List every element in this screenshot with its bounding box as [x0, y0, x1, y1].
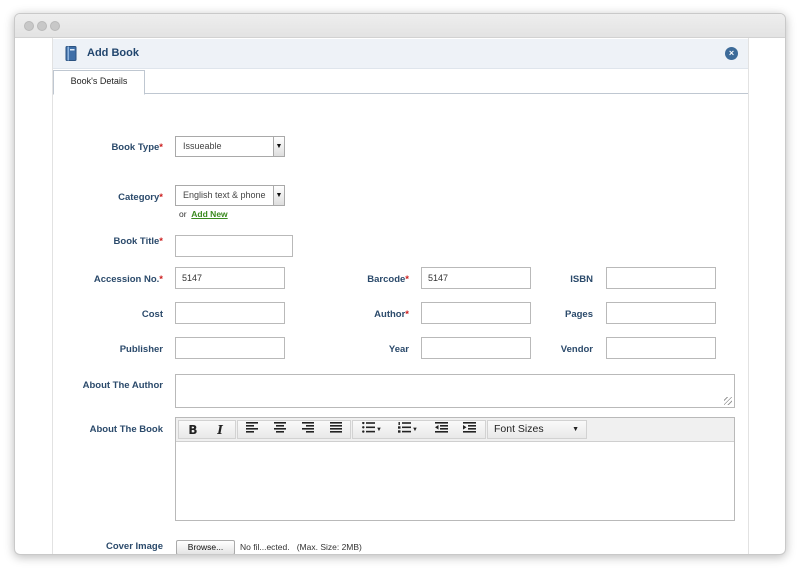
vendor-input[interactable]	[606, 337, 716, 359]
max-size-note: (Max. Size: 2MB)	[296, 542, 362, 552]
publisher-input[interactable]	[175, 337, 285, 359]
window-close-dot[interactable]	[24, 21, 34, 31]
barcode-label: Barcode*	[367, 274, 409, 285]
accession-no-label: Accession No.*	[93, 274, 163, 285]
chevron-down-icon: ▼	[273, 137, 284, 156]
numbered-list-icon[interactable]: ▼	[393, 422, 423, 438]
or-text: or	[179, 209, 187, 219]
page-title: Add Book	[87, 47, 139, 59]
panel-header: Add Book ×	[53, 39, 748, 69]
category-select[interactable]: English text & phone ▼	[175, 185, 285, 206]
cost-label: Cost	[141, 309, 163, 320]
format-group: B I	[178, 420, 236, 439]
author-label: Author*	[374, 309, 409, 320]
window-minimize-dot[interactable]	[37, 21, 47, 31]
browser-window: Add Book × Book's Details Book Type* Iss…	[14, 13, 786, 555]
window-titlebar	[15, 14, 785, 38]
align-justify-icon[interactable]	[326, 422, 346, 438]
about-book-label: About The Book	[89, 424, 163, 435]
vendor-label: Vendor	[560, 344, 593, 355]
about-book-editor: B I ▼ ▼ Font Sizes ▼	[175, 417, 735, 521]
close-icon[interactable]: ×	[725, 47, 738, 60]
italic-icon[interactable]: I	[210, 422, 230, 438]
book-title-input[interactable]	[175, 235, 293, 257]
category-links: or Add New	[179, 209, 228, 219]
book-type-select[interactable]: Issueable ▼	[175, 136, 285, 157]
outdent-icon[interactable]	[431, 422, 451, 438]
indent-icon[interactable]	[459, 422, 479, 438]
about-author-textarea[interactable]	[175, 374, 735, 408]
year-input[interactable]	[421, 337, 531, 359]
add-book-panel: Add Book × Book's Details Book Type* Iss…	[52, 38, 749, 554]
accession-no-input[interactable]: 5147	[175, 267, 285, 289]
list-group: ▼ ▼	[352, 420, 486, 439]
resize-handle-icon[interactable]	[724, 397, 732, 405]
window-zoom-dot[interactable]	[50, 21, 60, 31]
pages-input[interactable]	[606, 302, 716, 324]
book-type-label: Book Type*	[111, 142, 163, 153]
file-status-text: No fil...ected.	[240, 542, 290, 552]
cover-image-label: Cover Image	[105, 541, 163, 552]
isbn-input[interactable]	[606, 267, 716, 289]
file-status: No fil...ected. (Max. Size: 2MB)	[240, 542, 362, 552]
chevron-down-icon: ▼	[572, 426, 579, 433]
category-value: English text & phone	[183, 190, 266, 200]
publisher-label: Publisher	[119, 344, 163, 355]
align-left-icon[interactable]	[242, 422, 262, 438]
book-icon	[65, 46, 77, 61]
cost-input[interactable]	[175, 302, 285, 324]
book-title-label: Book Title*	[113, 236, 163, 247]
align-right-icon[interactable]	[298, 422, 318, 438]
chevron-down-icon: ▼	[273, 186, 284, 205]
book-type-value: Issueable	[183, 141, 222, 151]
isbn-label: ISBN	[570, 274, 593, 285]
about-author-label: About The Author	[82, 380, 163, 391]
barcode-input[interactable]: 5147	[421, 267, 531, 289]
year-label: Year	[388, 344, 409, 355]
font-sizes-label: Font Sizes	[494, 423, 544, 435]
bullet-list-icon[interactable]: ▼	[357, 421, 387, 438]
tab-bar: Book's Details	[53, 69, 748, 95]
bold-icon[interactable]: B	[183, 422, 203, 438]
chevron-down-icon: ▼	[376, 427, 382, 434]
align-center-icon[interactable]	[270, 422, 290, 438]
author-input[interactable]	[421, 302, 531, 324]
editor-toolbar: B I ▼ ▼ Font Sizes ▼	[176, 418, 734, 442]
pages-label: Pages	[565, 309, 593, 320]
add-new-link[interactable]: Add New	[191, 209, 227, 219]
align-group	[237, 420, 351, 439]
browse-button[interactable]: Browse...	[176, 540, 235, 554]
font-sizes-dropdown[interactable]: Font Sizes ▼	[487, 420, 587, 439]
chevron-down-icon: ▼	[412, 427, 418, 434]
category-label: Category*	[118, 192, 163, 203]
tab-books-details[interactable]: Book's Details	[53, 70, 145, 95]
